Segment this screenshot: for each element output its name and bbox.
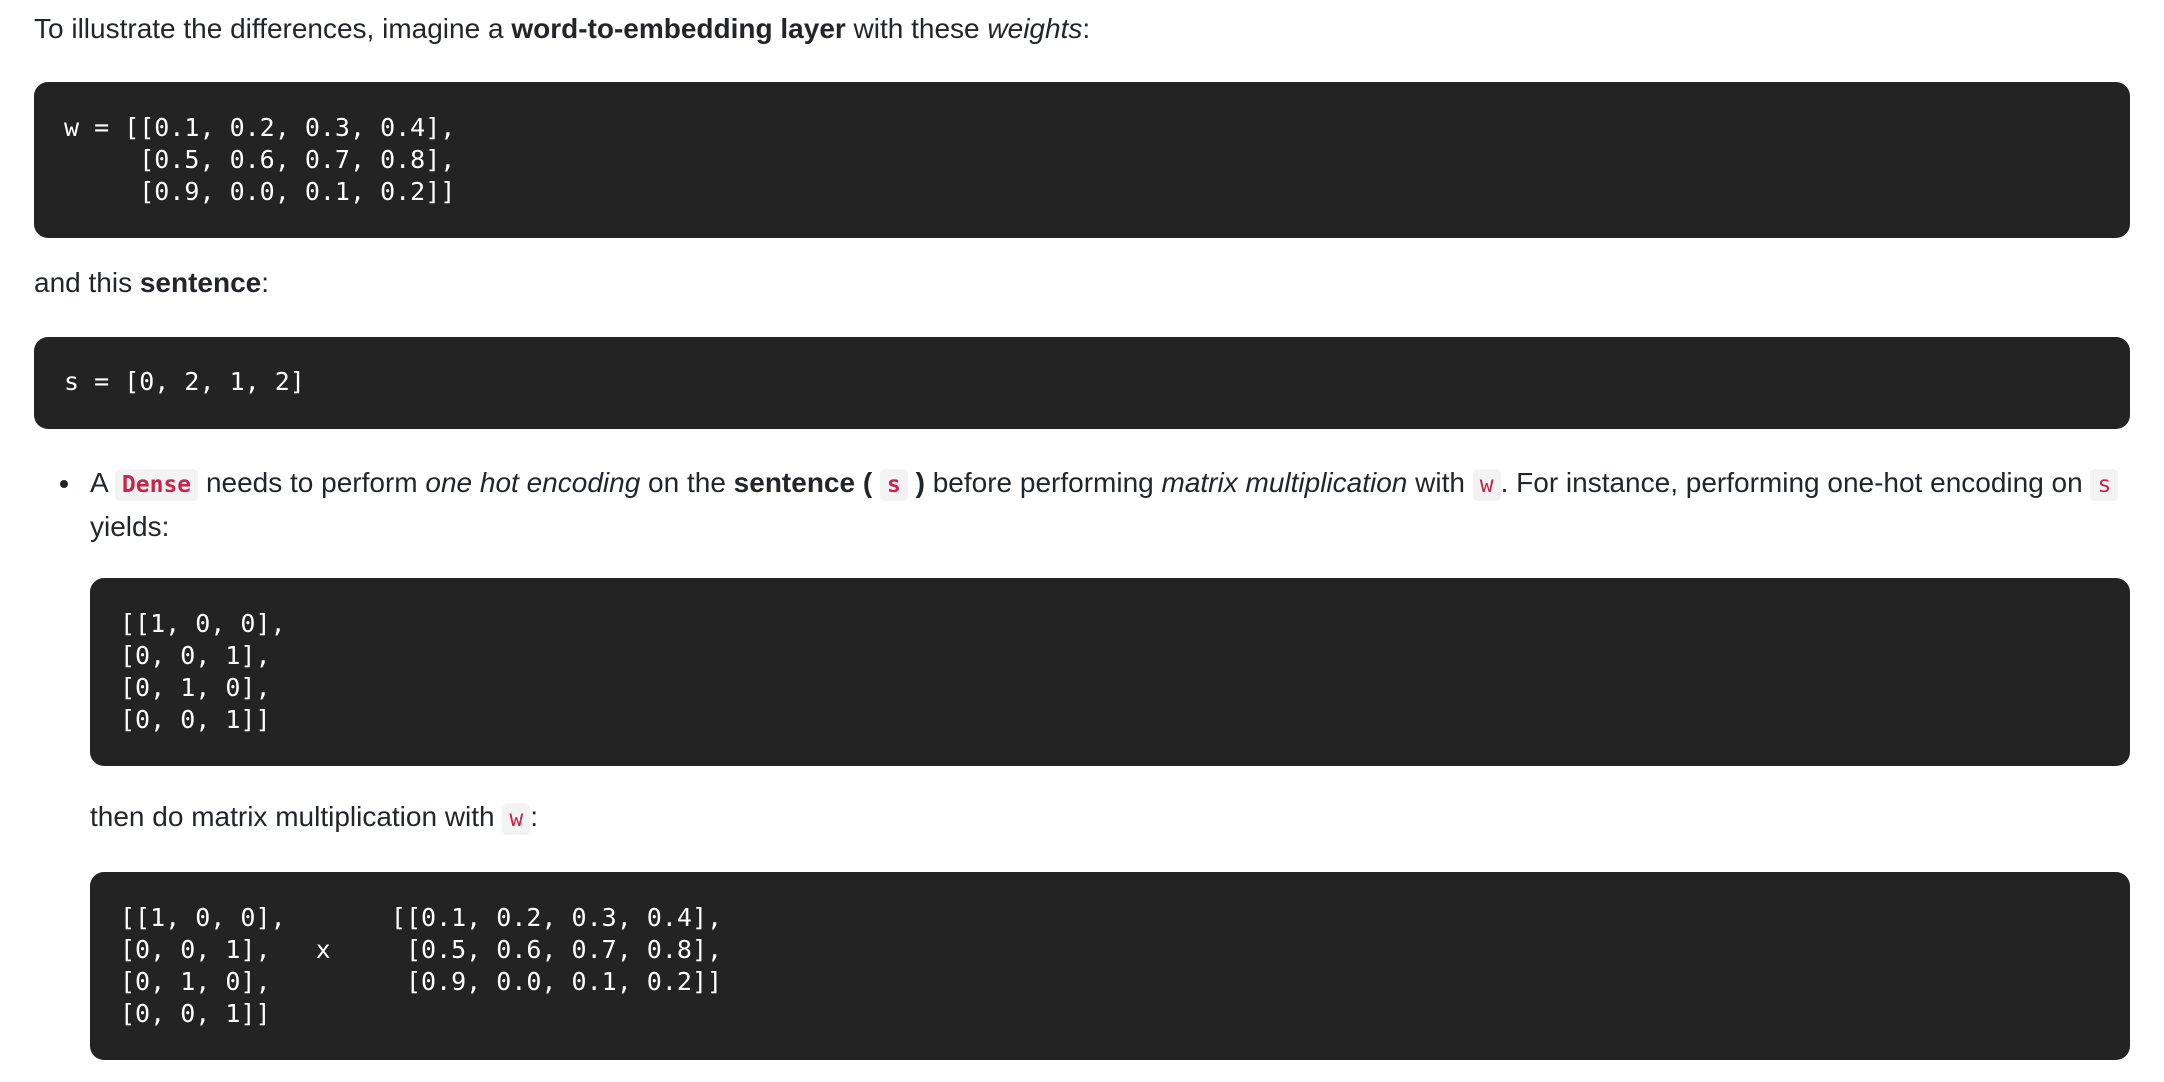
sentence-text-after: : (261, 267, 270, 298)
bullet-text-6: . For instance, performing one-hot encod… (1500, 467, 2091, 498)
bullet-text-4: before performing (924, 467, 1162, 498)
bullet-italic-1: one hot encoding (425, 467, 641, 498)
bullet-bold-2: ) (915, 467, 925, 498)
bullet-text-3: on the (640, 467, 734, 498)
onehot-code-block: [[1, 0, 0], [0, 0, 1], [0, 1, 0], [0, 0,… (90, 578, 2130, 766)
bullet-text-7: yields: (90, 511, 170, 542)
sentence-paragraph: and this sentence: (34, 262, 269, 304)
inline-code-w: w (1472, 469, 1501, 501)
intro-italic-term: weights (987, 13, 1083, 44)
inline-code-s-2: s (2090, 469, 2119, 501)
bullet-italic-2: matrix multiplication (1161, 467, 1408, 498)
intro-bold-term: word-to-embedding layer (511, 13, 846, 44)
bullet-text-5: with (1407, 467, 1473, 498)
bullet-bold-1: sentence ( (733, 467, 873, 498)
inline-code-w-2: w (502, 803, 531, 835)
sentence-bold-term: sentence (139, 267, 262, 298)
bullet-text-2: needs to perform (198, 467, 426, 498)
intro-text-after: : (1082, 13, 1091, 44)
then-text-before: then do matrix multiplication with (90, 801, 503, 832)
intro-text-before: To illustrate the differences, imagine a (34, 13, 512, 44)
intro-paragraph: To illustrate the differences, imagine a… (34, 8, 1090, 50)
then-text-after: : (530, 801, 539, 832)
bullet-text-1: A (90, 467, 115, 498)
matmul-code-block: [[1, 0, 0], [[0.1, 0.2, 0.3, 0.4], [0, 0… (90, 872, 2130, 1060)
sentence-code-block: s = [0, 2, 1, 2] (34, 337, 2130, 429)
then-paragraph: then do matrix multiplication with w: (90, 796, 538, 840)
weights-code-block: w = [[0.1, 0.2, 0.3, 0.4], [0.5, 0.6, 0.… (34, 82, 2130, 238)
intro-text-middle: with these (845, 13, 988, 44)
bullet-marker (60, 480, 68, 488)
bullet-item-dense: A Dense needs to perform one hot encodin… (90, 462, 2130, 548)
inline-code-dense: Dense (114, 469, 199, 501)
inline-code-s: s (879, 469, 908, 501)
sentence-text-before: and this (34, 267, 140, 298)
